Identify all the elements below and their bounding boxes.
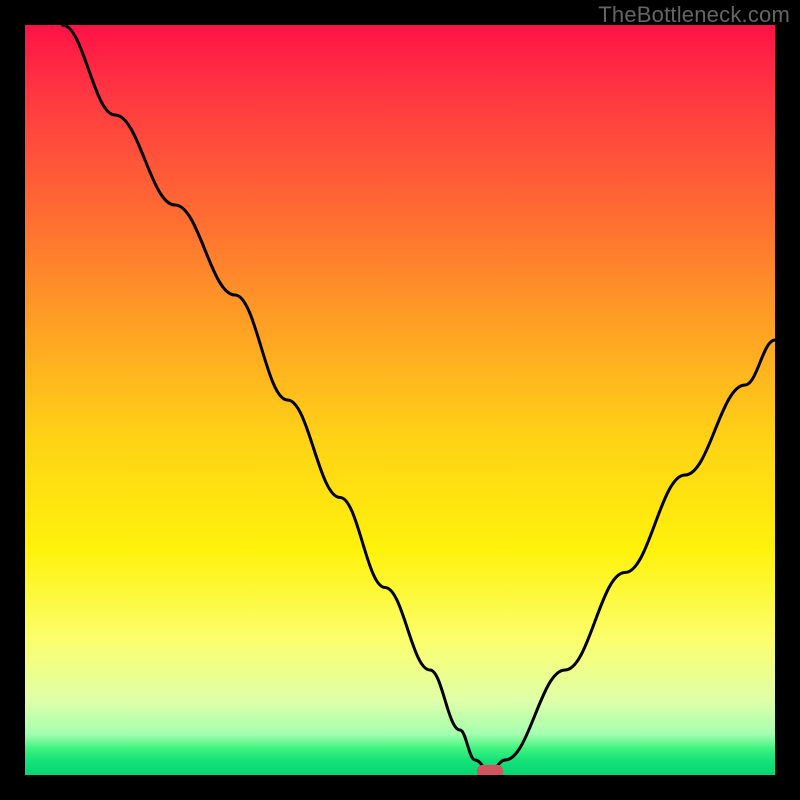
frame-left <box>0 0 25 800</box>
gradient-panel <box>25 25 775 775</box>
bottleneck-plot <box>0 0 800 800</box>
watermark-text: TheBottleneck.com <box>598 2 790 28</box>
frame-bottom <box>0 775 800 800</box>
chart-frame: TheBottleneck.com <box>0 0 800 800</box>
frame-right <box>775 0 800 800</box>
